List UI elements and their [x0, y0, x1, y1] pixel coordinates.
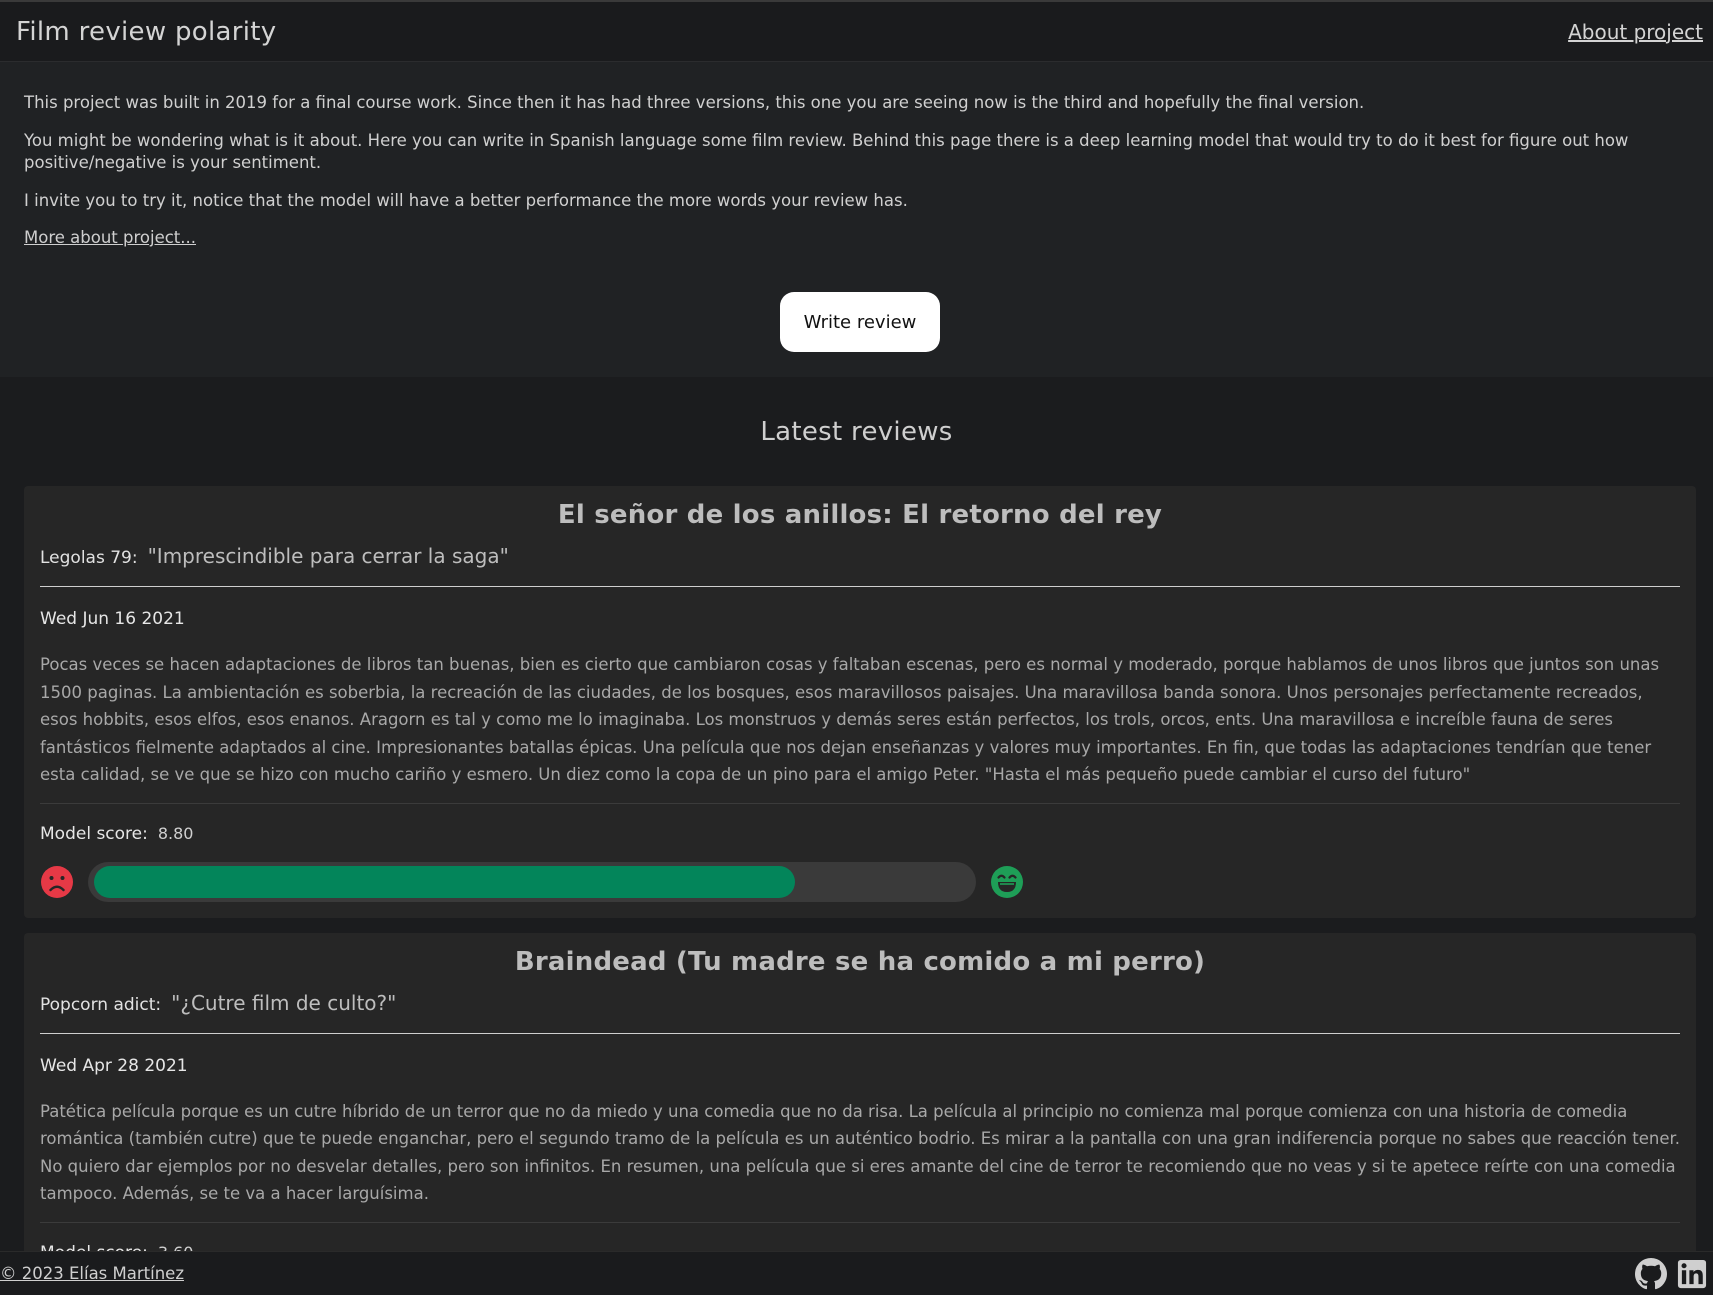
review-card: Braindead (Tu madre se ha comido a mi pe…: [24, 932, 1696, 1279]
polarity-bar-track: [88, 861, 976, 902]
film-title: El señor de los anillos: El retorno del …: [557, 500, 1163, 530]
copyright-link[interactable]: © 2023 Elías Martínez: [0, 1264, 184, 1283]
review-text: Patética película porque es un cutre híb…: [40, 1098, 1680, 1223]
about-project-link[interactable]: About project: [1568, 20, 1703, 44]
intro-section: This project was built in 2019 for a fin…: [0, 62, 1713, 377]
review-author: Legolas 79:: [40, 548, 138, 568]
review-date: Wed Apr 28 2021: [40, 1055, 188, 1076]
happy-face-icon: [991, 865, 1023, 898]
review-headline: "Imprescindible para cerrar la saga": [147, 544, 509, 568]
intro-paragraph: I invite you to try it, notice that the …: [24, 191, 908, 210]
film-title: Braindead (Tu madre se ha comido a mi pe…: [514, 946, 1206, 977]
model-score-value: 8.80: [157, 823, 194, 843]
navbar: Film review polarity About project: [0, 0, 1713, 62]
latest-reviews-title: Latest reviews: [760, 416, 953, 447]
review-card: El señor de los anillos: El retorno del …: [24, 486, 1696, 918]
latest-reviews-header: Latest reviews: [0, 377, 1713, 486]
review-author-row: Legolas 79: "Imprescindible para cerrar …: [40, 544, 1680, 587]
github-icon[interactable]: [1635, 1257, 1667, 1290]
review-text: Pocas veces se hacen adaptaciones de lib…: [40, 651, 1680, 804]
polarity-bar-fill: [94, 865, 795, 898]
intro-paragraph: This project was built in 2019 for a fin…: [24, 93, 1365, 112]
footer: © 2023 Elías Martínez: [0, 1251, 1713, 1295]
write-review-button[interactable]: Write review: [780, 292, 940, 352]
model-score-label: Model score:: [40, 823, 148, 844]
brand-title[interactable]: Film review polarity: [16, 17, 276, 47]
linkedin-icon[interactable]: [1677, 1259, 1707, 1289]
review-date: Wed Jun 16 2021: [40, 609, 185, 629]
review-author: Popcorn adict:: [40, 994, 162, 1015]
social-links: [1635, 1257, 1707, 1290]
more-about-project-link[interactable]: More about project...: [24, 228, 196, 247]
review-headline: "¿Cutre film de culto?": [171, 990, 397, 1015]
review-author-row: Popcorn adict: "¿Cutre film de culto?": [40, 991, 1680, 1034]
polarity-bar-row: [40, 861, 1680, 902]
model-score-row: Model score: 8.80: [40, 824, 1680, 844]
intro-paragraph: You might be wondering what is it about.…: [24, 131, 1629, 172]
sad-face-icon: [41, 865, 73, 898]
